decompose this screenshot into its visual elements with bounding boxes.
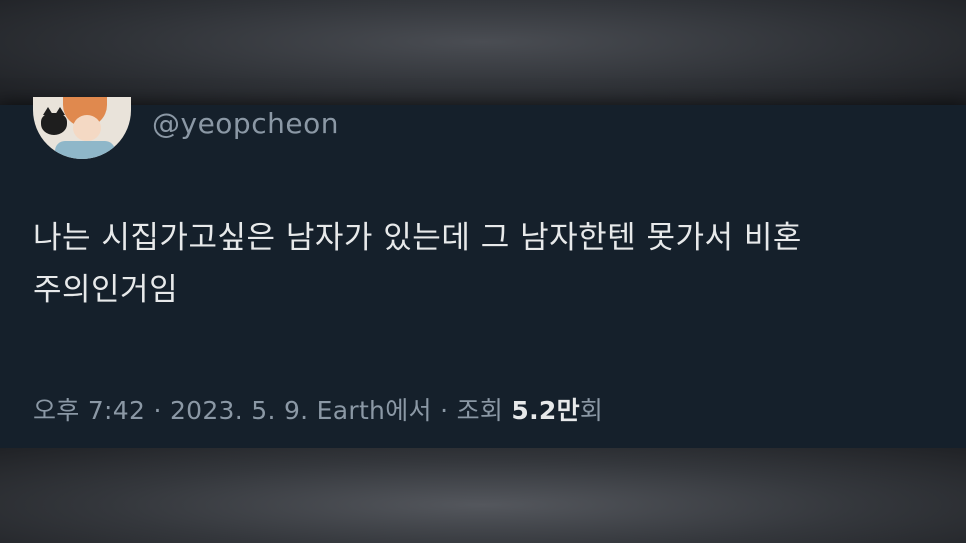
tweet-location: Earth에서: [316, 396, 432, 425]
tweet-text: 나는 시집가고싶은 남자가 있는데 그 남자한텐 못가서 비혼 주의인거임: [33, 212, 943, 316]
user-handle[interactable]: @yeopcheon: [152, 107, 339, 140]
screenshot-frame: @yeopcheon 나는 시집가고싶은 남자가 있는데 그 남자한텐 못가서 …: [0, 0, 966, 543]
views-label: 조회: [456, 396, 504, 425]
avatar-face: [73, 115, 101, 141]
blurred-background-top: [0, 0, 966, 105]
views-suffix: 회: [579, 396, 604, 425]
tweet-text-line: 나는 시집가고싶은 남자가 있는데 그 남자한텐 못가서 비혼: [33, 220, 802, 256]
avatar-clothing: [55, 141, 115, 159]
tweet-date[interactable]: 2023. 5. 9.: [170, 396, 308, 425]
views-count[interactable]: 5.2만: [511, 396, 580, 425]
blurred-background-bottom: [0, 448, 966, 543]
avatar-cat-icon: [41, 107, 67, 135]
meta-separator: ·: [440, 396, 449, 425]
tweet-text-line: 주의인거임: [33, 272, 179, 308]
tweet-time[interactable]: 오후 7:42: [33, 396, 145, 425]
tweet-card[interactable]: @yeopcheon 나는 시집가고싶은 남자가 있는데 그 남자한텐 못가서 …: [0, 97, 966, 448]
tweet-meta: 오후 7:42 · 2023. 5. 9. Earth에서 · 조회 5.2만회: [33, 391, 603, 427]
meta-separator: ·: [153, 396, 162, 425]
avatar[interactable]: [33, 97, 131, 159]
